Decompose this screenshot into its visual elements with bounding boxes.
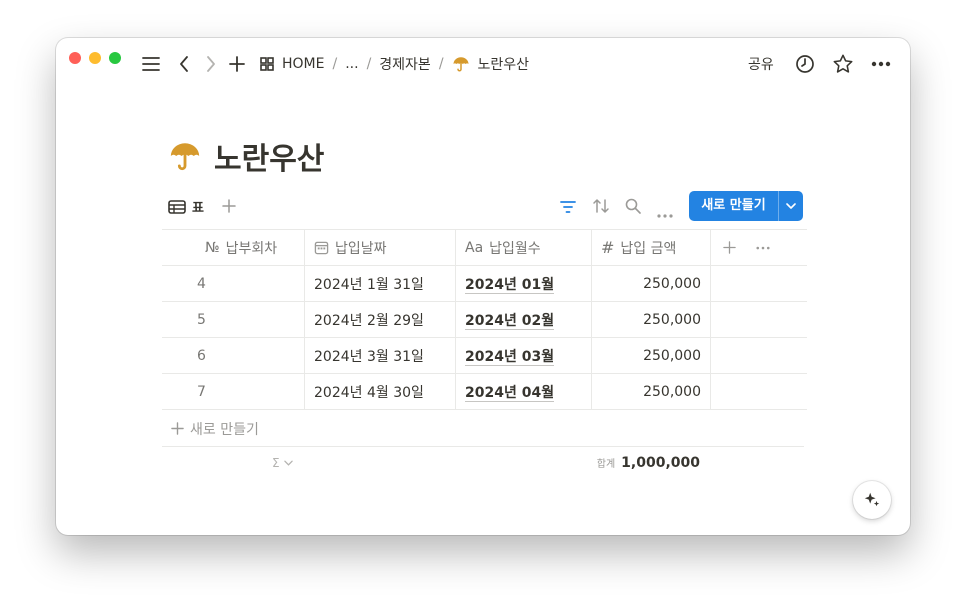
cell-month[interactable]: 2024년 03월 bbox=[455, 337, 592, 374]
cell-amount[interactable]: 250,000 bbox=[591, 265, 711, 302]
new-button-label[interactable]: 새로 만들기 bbox=[689, 191, 779, 221]
sum-value: 1,000,000 bbox=[621, 455, 700, 471]
breadcrumb-separator: / bbox=[366, 56, 372, 72]
sidebar-menu-icon[interactable] bbox=[142, 52, 160, 76]
column-header-date[interactable]: 납입날짜 bbox=[304, 229, 456, 266]
cell-empty bbox=[710, 337, 807, 374]
page-title-text[interactable]: 노란우산 bbox=[214, 134, 324, 178]
column-header-no[interactable]: № 납부회차 bbox=[162, 229, 305, 266]
umbrella-icon bbox=[453, 57, 469, 72]
sort-icon[interactable] bbox=[592, 198, 610, 218]
cell-date[interactable]: 2024년 3월 31일 bbox=[304, 337, 456, 374]
cell-month[interactable]: 2024년 04월 bbox=[455, 373, 592, 410]
forward-icon[interactable] bbox=[205, 52, 217, 76]
plus-icon bbox=[171, 422, 184, 435]
column-header-month[interactable]: Aa 납입월수 bbox=[455, 229, 592, 266]
calculate-button[interactable]: Σ bbox=[272, 456, 293, 470]
cell-month[interactable]: 2024년 02월 bbox=[455, 301, 592, 338]
cell-no[interactable]: 4 bbox=[162, 265, 305, 302]
month-title-link[interactable]: 2024년 01월 bbox=[465, 276, 555, 294]
ai-assistant-button[interactable] bbox=[853, 481, 891, 519]
database-table: № 납부회차 납입날짜 Aa 납입월수 # 납입 금액 4 2024년 1월 3… bbox=[162, 229, 807, 410]
top-bar: HOME / ... / 경제자본 / 노란우산 공유 bbox=[56, 38, 910, 90]
breadcrumb-ellipsis[interactable]: ... bbox=[345, 56, 358, 72]
history-icon[interactable] bbox=[795, 52, 815, 76]
chevron-down-icon[interactable] bbox=[779, 203, 803, 209]
cell-no[interactable]: 7 bbox=[162, 373, 305, 410]
sigma-icon: Σ bbox=[272, 456, 280, 470]
more-options-icon[interactable] bbox=[871, 52, 891, 76]
app-window: HOME / ... / 경제자본 / 노란우산 공유 노란우산 표 새로 만들… bbox=[56, 38, 910, 535]
breadcrumb-economy[interactable]: 경제자본 bbox=[379, 54, 431, 74]
column-label: 납입 금액 bbox=[620, 240, 677, 257]
favorite-star-icon[interactable] bbox=[832, 52, 854, 76]
cell-empty bbox=[710, 373, 807, 410]
add-column-icon[interactable] bbox=[723, 241, 736, 254]
add-row-button[interactable]: 새로 만들기 bbox=[162, 411, 804, 447]
number-icon: № bbox=[205, 239, 220, 256]
breadcrumb-separator: / bbox=[438, 56, 444, 72]
filter-icon[interactable] bbox=[560, 199, 576, 218]
back-icon[interactable] bbox=[178, 52, 190, 76]
cell-no[interactable]: 6 bbox=[162, 337, 305, 374]
column-label: 납입날짜 bbox=[335, 240, 387, 257]
table-icon bbox=[168, 199, 186, 214]
breadcrumb: HOME / ... / 경제자본 / 노란우산 bbox=[260, 52, 529, 76]
page-title: 노란우산 bbox=[168, 134, 324, 178]
cell-no[interactable]: 5 bbox=[162, 301, 305, 338]
cell-amount[interactable]: 250,000 bbox=[591, 301, 711, 338]
share-label: 공유 bbox=[748, 57, 774, 73]
page-umbrella-icon[interactable] bbox=[168, 139, 202, 173]
cell-empty bbox=[710, 301, 807, 338]
search-icon[interactable] bbox=[625, 198, 641, 218]
cell-amount[interactable]: 250,000 bbox=[591, 373, 711, 410]
sum-summary[interactable]: 합계 1,000,000 bbox=[597, 455, 700, 471]
add-view-icon[interactable] bbox=[222, 198, 236, 217]
breadcrumb-separator: / bbox=[332, 56, 338, 72]
table-row[interactable]: 6 2024년 3월 31일 2024년 03월 250,000 bbox=[162, 337, 807, 374]
cell-month[interactable]: 2024년 01월 bbox=[455, 265, 592, 302]
share-button[interactable]: 공유 bbox=[748, 52, 774, 76]
hash-icon: # bbox=[601, 238, 615, 257]
cell-date[interactable]: 2024년 4월 30일 bbox=[304, 373, 456, 410]
sparkle-icon bbox=[864, 492, 880, 507]
month-title-link[interactable]: 2024년 02월 bbox=[465, 312, 555, 330]
tab-table-view[interactable]: 표 bbox=[168, 197, 204, 216]
cell-date[interactable]: 2024년 1월 31일 bbox=[304, 265, 456, 302]
cell-date[interactable]: 2024년 2월 29일 bbox=[304, 301, 456, 338]
column-more-icon[interactable] bbox=[756, 246, 770, 250]
cell-empty bbox=[710, 265, 807, 302]
table-header-row: № 납부회차 납입날짜 Aa 납입월수 # 납입 금액 bbox=[162, 229, 807, 266]
table-row[interactable]: 5 2024년 2월 29일 2024년 02월 250,000 bbox=[162, 301, 807, 338]
chevron-down-icon bbox=[283, 460, 293, 466]
table-footer: Σ 합계 1,000,000 bbox=[162, 446, 804, 480]
column-label: 납입월수 bbox=[489, 240, 541, 257]
calendar-icon bbox=[314, 241, 329, 255]
table-row[interactable]: 4 2024년 1월 31일 2024년 01월 250,000 bbox=[162, 265, 807, 302]
sum-label: 합계 bbox=[596, 459, 616, 470]
column-header-add bbox=[710, 229, 807, 266]
column-header-amount[interactable]: # 납입 금액 bbox=[591, 229, 711, 266]
view-label: 표 bbox=[192, 201, 204, 216]
view-more-icon[interactable] bbox=[657, 203, 673, 222]
month-title-link[interactable]: 2024년 03월 bbox=[465, 348, 555, 366]
text-icon: Aa bbox=[465, 239, 484, 256]
breadcrumb-current[interactable]: 노란우산 bbox=[478, 54, 530, 74]
add-page-icon[interactable] bbox=[229, 52, 245, 76]
add-row-label: 새로 만들기 bbox=[190, 421, 259, 438]
month-title-link[interactable]: 2024년 04월 bbox=[465, 384, 555, 402]
table-row[interactable]: 7 2024년 4월 30일 2024년 04월 250,000 bbox=[162, 373, 807, 410]
grid-icon bbox=[260, 57, 274, 71]
column-label: 납부회차 bbox=[225, 240, 278, 257]
breadcrumb-home[interactable]: HOME bbox=[282, 56, 324, 72]
new-button[interactable]: 새로 만들기 bbox=[689, 191, 803, 221]
cell-amount[interactable]: 250,000 bbox=[591, 337, 711, 374]
